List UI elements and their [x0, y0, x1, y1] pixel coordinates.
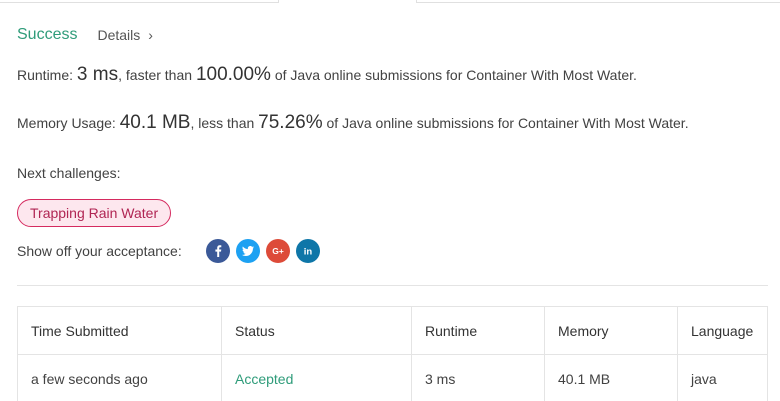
column-header-language: Language — [677, 306, 768, 355]
tab-border-right — [416, 2, 780, 3]
memory-suffix: of Java online submissions for Container… — [322, 115, 689, 131]
column-header-time-submitted: Time Submitted — [17, 306, 222, 355]
column-header-memory: Memory — [544, 306, 678, 355]
memory-label: Memory Usage: — [17, 115, 120, 131]
runtime-value: 3 ms — [76, 64, 119, 85]
memory-percent: 75.26% — [258, 112, 323, 133]
twitter-icon[interactable] — [235, 239, 260, 263]
table-header-row: Time Submitted Status Runtime Memory Lan… — [17, 306, 768, 355]
svg-text:in: in — [304, 246, 313, 257]
runtime-summary: Runtime: 3 ms, faster than 100.00% of Ja… — [17, 64, 637, 86]
cell-language: java — [677, 354, 768, 401]
cell-runtime: 3 ms — [411, 354, 545, 401]
top-tab-strip — [0, 0, 780, 3]
share-label: Show off your acceptance: — [17, 243, 182, 259]
memory-summary: Memory Usage: 40.1 MB, less than 75.26% … — [17, 112, 689, 134]
tab-border-left — [0, 2, 279, 3]
details-link[interactable]: Details › — [97, 27, 152, 43]
google-plus-icon[interactable]: G+ — [265, 239, 290, 263]
runtime-label: Runtime: — [17, 67, 77, 83]
status-title: Success — [17, 26, 78, 43]
details-label: Details — [97, 27, 141, 43]
cell-memory: 40.1 MB — [544, 354, 678, 401]
column-header-runtime: Runtime — [411, 306, 545, 355]
active-tab[interactable] — [278, 0, 417, 3]
result-header: Success Details › — [17, 25, 153, 45]
memory-value: 40.1 MB — [119, 112, 191, 133]
share-row: Show off your acceptance: G+ in — [17, 239, 326, 263]
svg-text:G+: G+ — [272, 246, 284, 256]
share-icons: G+ in — [205, 239, 326, 263]
memory-middle-text: , less than — [190, 115, 259, 131]
chevron-right-icon: › — [148, 27, 153, 43]
section-divider — [17, 285, 768, 286]
linkedin-icon[interactable]: in — [295, 239, 320, 263]
table-row: a few seconds ago Accepted 3 ms 40.1 MB … — [17, 354, 768, 401]
cell-status-accepted[interactable]: Accepted — [221, 354, 412, 401]
next-challenges-label: Next challenges: — [17, 165, 121, 181]
runtime-suffix: of Java online submissions for Container… — [270, 67, 637, 83]
runtime-middle-text: , faster than — [118, 67, 196, 83]
column-header-status: Status — [221, 306, 412, 355]
submissions-table: Time Submitted Status Runtime Memory Lan… — [17, 306, 768, 401]
cell-time-submitted: a few seconds ago — [17, 354, 222, 401]
facebook-icon[interactable] — [205, 239, 230, 263]
challenge-pill-trapping-rain-water[interactable]: Trapping Rain Water — [17, 199, 172, 227]
runtime-percent: 100.00% — [195, 64, 271, 85]
